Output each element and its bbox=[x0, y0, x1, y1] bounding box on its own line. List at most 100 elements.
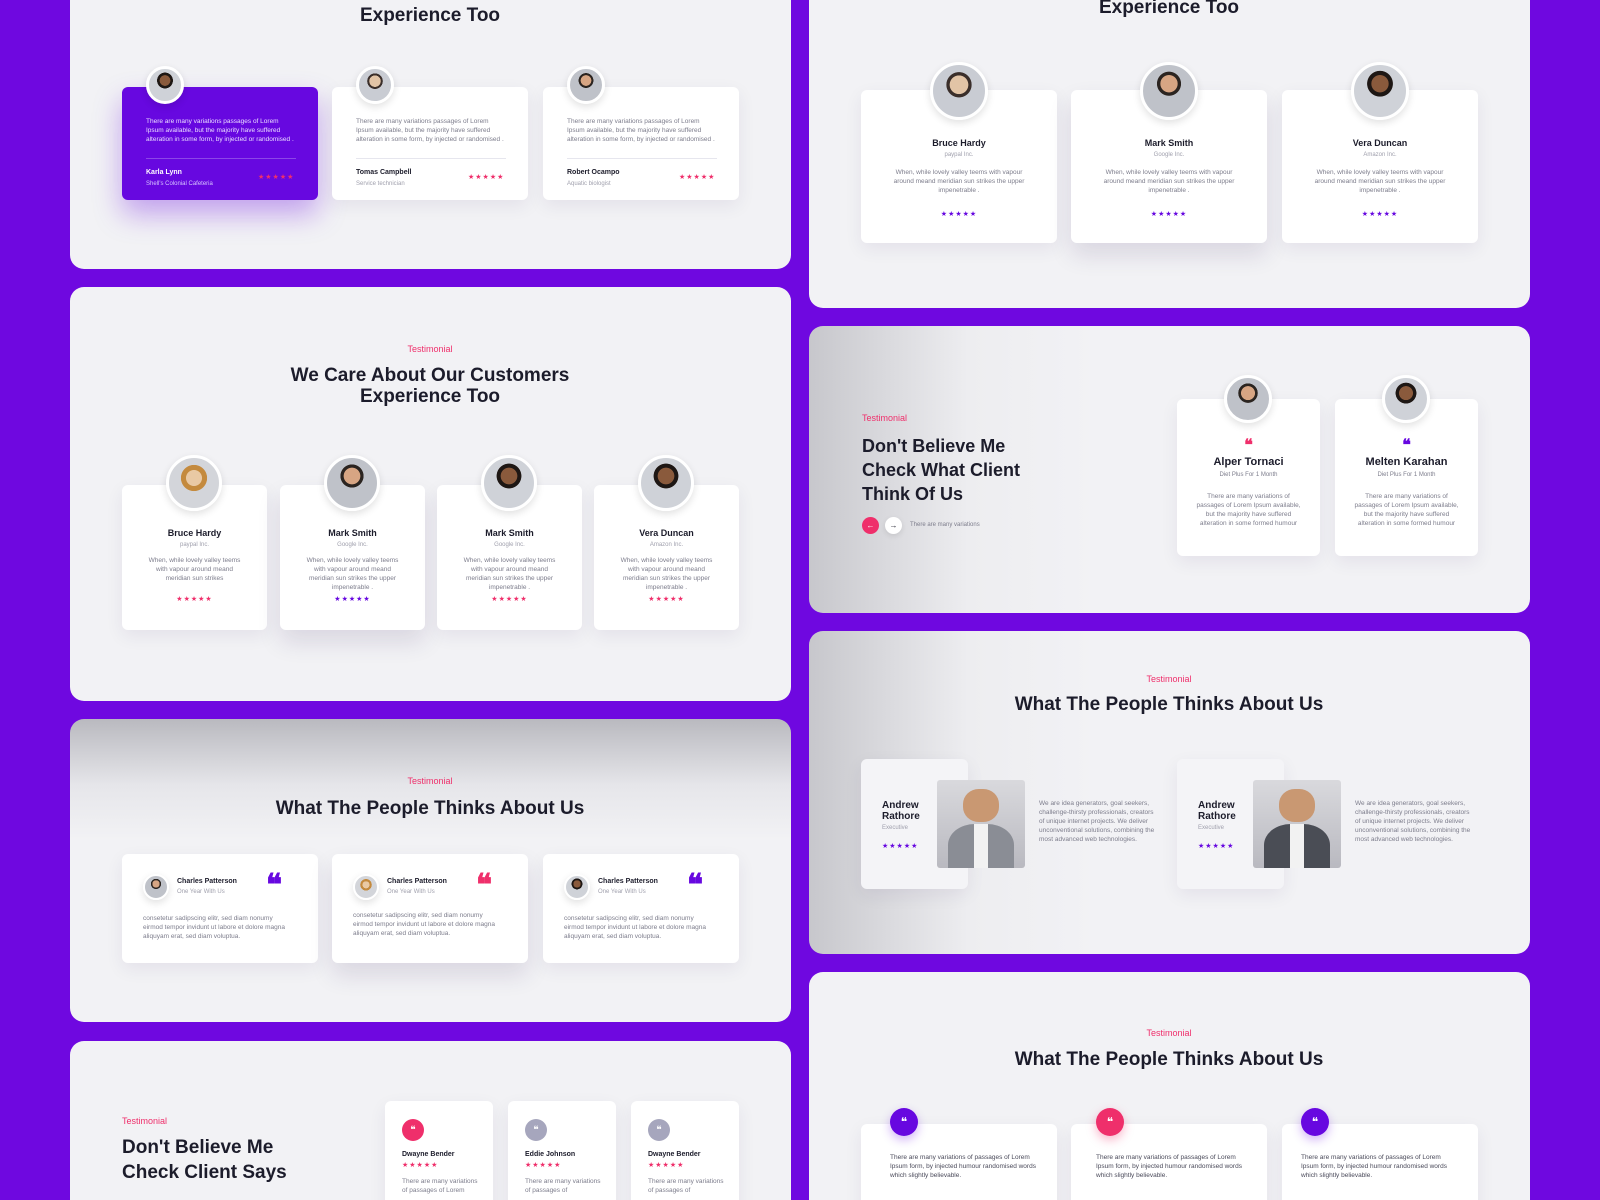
avatar bbox=[146, 66, 184, 104]
client-plan: Diet Plus For 1 Month bbox=[1219, 472, 1278, 478]
review-text: There are many variations of passages of… bbox=[890, 1154, 1036, 1179]
member-text: When, while lovely valley teems with vap… bbox=[306, 557, 399, 591]
rating-stars: ★★★★★ bbox=[402, 1162, 439, 1169]
testimonial-text: There are many variations passages of Lo… bbox=[567, 118, 715, 143]
reviewer-role: Aquatic biologist bbox=[567, 181, 611, 187]
profile-role: Executive bbox=[882, 825, 909, 831]
review-text: consetetur sadipscing elitr, sed diam no… bbox=[353, 912, 495, 937]
review-card[interactable]: Charles Patterson One Year With Us ❝ con… bbox=[543, 854, 739, 963]
member-text: When, while lovely valley teems with vap… bbox=[1103, 169, 1235, 194]
avatar bbox=[1351, 62, 1409, 120]
testimonial-card[interactable]: There are many variations passages of Lo… bbox=[122, 87, 318, 200]
client-text: There are many variations of passages of… bbox=[1354, 493, 1459, 527]
reviewer-role: Shell's Colonial Cafeteria bbox=[146, 181, 213, 187]
section-tag: Testimonial bbox=[407, 776, 453, 786]
avatar bbox=[1382, 375, 1430, 423]
avatar bbox=[143, 874, 169, 900]
rating-stars: ★★★★★ bbox=[679, 174, 716, 181]
profile-last-name: Rathore bbox=[882, 811, 920, 822]
member-company: paypal Inc. bbox=[179, 542, 210, 548]
testimonial-text: There are many variations passages of Lo… bbox=[356, 118, 504, 143]
rating-stars: ★★★★★ bbox=[1361, 211, 1399, 218]
section-title: Don't Believe Me Check What Client Think… bbox=[862, 436, 1021, 504]
review-card[interactable]: There are many variations of passages of… bbox=[861, 1124, 1057, 1200]
profile-photo bbox=[937, 780, 1025, 868]
panel-what-people-think-2: Testimonial What The People Thinks About… bbox=[809, 631, 1530, 954]
section-title: Experience Too bbox=[1098, 0, 1240, 18]
avatar bbox=[353, 874, 379, 900]
reviewer-name: Charles Patterson bbox=[598, 878, 658, 885]
avatar bbox=[564, 874, 590, 900]
testimonial-card[interactable]: There are many variations passages of Lo… bbox=[332, 87, 528, 200]
section-title: We Care About Our Customers Experience T… bbox=[290, 365, 570, 407]
member-company: Google Inc. bbox=[494, 542, 525, 548]
member-name: Bruce Hardy bbox=[167, 528, 222, 538]
member-company: Amazon Inc. bbox=[1363, 152, 1397, 158]
review-text: There are many variations of passages of… bbox=[1096, 1154, 1242, 1179]
profile-first-name: Andrew bbox=[1198, 800, 1235, 811]
member-name: Mark Smith bbox=[328, 528, 377, 538]
client-name: Dwayne Bender bbox=[402, 1151, 455, 1158]
member-name: Mark Smith bbox=[485, 528, 534, 538]
rating-stars: ★★★★★ bbox=[940, 211, 978, 218]
review-card[interactable]: There are many variations of passages of… bbox=[1071, 1124, 1267, 1200]
panel-dont-believe-me: Testimonial Don't Believe Me Check What … bbox=[809, 326, 1530, 613]
client-name: Melten Karahan bbox=[1365, 456, 1448, 468]
member-name: Bruce Hardy bbox=[932, 138, 986, 148]
section-tag: Testimonial bbox=[1146, 674, 1192, 684]
review-text: There are many variations of passages of… bbox=[1301, 1154, 1447, 1179]
member-text: When, while lovely valley teems with vap… bbox=[893, 169, 1025, 194]
section-title: What The People Thinks About Us bbox=[1014, 694, 1324, 715]
member-company: paypal Inc. bbox=[944, 152, 974, 158]
review-card[interactable]: Charles Patterson One Year With Us ❝ con… bbox=[332, 854, 528, 963]
member-text: When, while lovely valley teems with vap… bbox=[620, 557, 713, 591]
rating-stars: ★★★★★ bbox=[491, 596, 528, 603]
testimonial-card[interactable]: There are many variations passages of Lo… bbox=[543, 87, 739, 200]
quote-icon: ❝ bbox=[266, 868, 283, 903]
member-text: When, while lovely valley teems with vap… bbox=[1314, 169, 1446, 194]
section-tag: Testimonial bbox=[862, 413, 908, 423]
section-title: What The People Thinks About Us bbox=[275, 798, 585, 819]
rating-stars: ★★★★★ bbox=[334, 596, 371, 603]
profile-last-name: Rathore bbox=[1198, 811, 1236, 822]
avatar bbox=[481, 455, 537, 511]
member-name: Mark Smith bbox=[1144, 138, 1194, 148]
rating-stars: ★★★★★ bbox=[1150, 211, 1188, 218]
avatar bbox=[1224, 375, 1272, 423]
rating-stars: ★★★★★ bbox=[468, 174, 505, 181]
next-arrow-button[interactable]: → bbox=[885, 517, 902, 534]
member-company: Google Inc. bbox=[1153, 152, 1185, 158]
panel-check-client-says: Testimonial Don't Believe Me Check Clien… bbox=[70, 1041, 791, 1200]
avatar bbox=[356, 66, 394, 104]
rating-stars: ★★★★★ bbox=[176, 596, 213, 603]
member-company: Amazon Inc. bbox=[649, 542, 684, 548]
quote-icon: ❝ bbox=[648, 1119, 670, 1141]
quote-icon: ❝ bbox=[402, 1119, 424, 1141]
review-card[interactable]: Charles Patterson One Year With Us ❝ con… bbox=[122, 854, 318, 963]
client-card[interactable]: ❝ Dwayne Bender ★★★★★ There are many var… bbox=[631, 1101, 739, 1200]
profile-text: We are idea generators, goal seekers, ch… bbox=[1355, 800, 1471, 843]
member-text: When, while lovely valley teems with vap… bbox=[463, 557, 556, 591]
reviewer-name: Robert Ocampo bbox=[567, 169, 620, 176]
nav-text: There are many variations bbox=[910, 522, 980, 528]
client-card[interactable]: ❝ Dwayne Bender ★★★★★ There are many var… bbox=[385, 1101, 493, 1200]
profile-role: Executive bbox=[1198, 825, 1225, 831]
section-title: Don't Believe Me Check Client Says bbox=[122, 1137, 287, 1183]
section-title: We Care About Our Customers Experience T… bbox=[291, 0, 570, 26]
avatar bbox=[324, 455, 380, 511]
reviewer-role: Service technician bbox=[356, 181, 405, 187]
rating-stars: ★★★★★ bbox=[1198, 843, 1235, 850]
prev-arrow-button[interactable]: ← bbox=[862, 517, 879, 534]
rating-stars: ★★★★★ bbox=[258, 174, 295, 181]
section-tag: Testimonial bbox=[122, 1116, 168, 1126]
review-text: consetetur sadipscing elitr, sed diam no… bbox=[143, 915, 285, 940]
client-plan: Diet Plus For 1 Month bbox=[1377, 472, 1436, 478]
quote-icon: ❝ bbox=[525, 1119, 547, 1141]
client-card[interactable]: ❝ Eddie Johnson ★★★★★ There are many var… bbox=[508, 1101, 616, 1200]
panel-what-people-think-1: Testimonial What The People Thinks About… bbox=[70, 719, 791, 1022]
avatar bbox=[166, 455, 222, 511]
panel-testimonial-care-2: Testimonial We Care About Our Customers … bbox=[70, 287, 791, 701]
quote-icon: ❝ bbox=[1244, 435, 1253, 454]
client-text: There are many variations of passages of bbox=[525, 1178, 601, 1194]
reviewer-since: One Year With Us bbox=[177, 889, 225, 895]
